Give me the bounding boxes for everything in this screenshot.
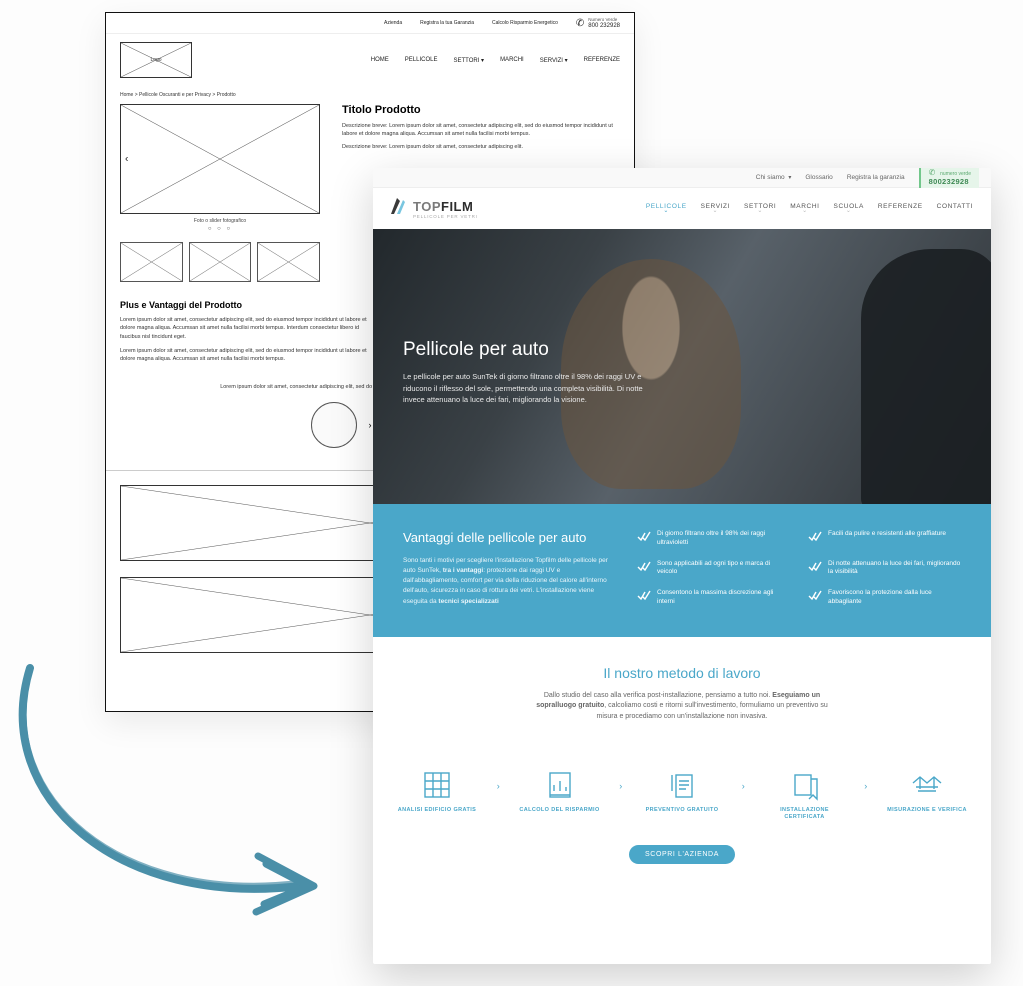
wireframe-nav: HOME PELLICOLE SETTORI ▾ MARCHI SERVIZI … [371, 57, 620, 64]
topbar-link-chi-siamo[interactable]: Chi siamo ▾ [756, 174, 792, 181]
step-misurazione: MISURAZIONE E VERIFICA [885, 767, 969, 814]
topbar-link-garanzia[interactable]: Registra la garanzia [847, 174, 905, 181]
chevron-right-icon: › [742, 781, 745, 791]
topbar-link-glossario[interactable]: Glossario [805, 174, 832, 181]
chevron-right-icon: › [619, 781, 622, 791]
certificate-icon [789, 769, 821, 801]
wf-phone-label: Numero Verde [588, 17, 617, 22]
chevron-right-icon: › [497, 781, 500, 791]
wf-product-desc: Descrizione breve: Lorem ipsum dolor sit… [342, 122, 620, 139]
mockup-topbar: Chi siamo ▾ Glossario Registra la garanz… [373, 168, 991, 188]
wf-thumbnail[interactable] [120, 242, 183, 282]
wf-nav-item[interactable]: SERVIZI ▾ [540, 57, 568, 64]
step-calcolo: CALCOLO DEL RISPARMIO [518, 767, 602, 814]
chevron-down-icon: ⌄ [646, 210, 687, 214]
advantages-title: Vantaggi delle pellicole per auto [403, 530, 613, 546]
check-icon [637, 561, 651, 573]
wf-top-link[interactable]: Calcolo Risparmio Energetico [492, 20, 558, 26]
building-icon [421, 769, 453, 801]
method-title: Il nostro metodo di lavoro [403, 665, 961, 681]
advantages-grid: Di giorno filtrano oltre il 98% dei ragg… [637, 530, 961, 607]
wf-slider-dots[interactable]: ○ ○ ○ [120, 226, 320, 232]
hero: Pellicole per auto Le pellicole per auto… [373, 229, 991, 504]
numero-verde-number: 800232928 [929, 177, 969, 186]
wf-thumbnail[interactable] [189, 242, 252, 282]
wf-plus-text: Lorem ipsum dolor sit amet, consectetur … [120, 347, 370, 364]
phone-icon: ✆ [576, 18, 584, 29]
wf-logo[interactable]: Logo [120, 42, 192, 78]
method-steps: ANALISI EDIFICIO GRATIS › CALCOLO DEL RI… [373, 743, 991, 827]
mockup-header: TOPFILM PELLICOLE PER VETRI PELLICOLE⌄ S… [373, 188, 991, 229]
advantage-item: Di notte attenuano la luce dei fari, mig… [808, 560, 961, 578]
wf-plus-text: Lorem ipsum dolor sit amet, consectetur … [120, 316, 370, 341]
check-icon [808, 590, 822, 602]
breadcrumb[interactable]: Home > Pellicole Oscuranti e per Privacy… [106, 86, 634, 100]
nav-referenze[interactable]: REFERENZE [878, 203, 923, 214]
wf-circle-placeholder[interactable] [311, 402, 357, 448]
wf-product-slider[interactable]: ‹ [120, 104, 320, 214]
wf-nav-item[interactable]: REFERENZE [584, 57, 620, 64]
wf-phone-number: 800 232928 [588, 23, 620, 29]
chevron-down-icon: ⌄ [834, 210, 864, 214]
mockup-page: Chi siamo ▾ Glossario Registra la garanz… [373, 168, 991, 964]
handshake-icon [910, 769, 944, 801]
step-installazione: INSTALLAZIONE CERTIFICATA [763, 767, 847, 821]
logo-icon [391, 198, 409, 214]
wf-thumbnail[interactable] [257, 242, 320, 282]
nav-marchi[interactable]: MARCHI⌄ [790, 203, 819, 214]
chevron-right-icon[interactable]: › [369, 420, 372, 430]
wireframe-header: Logo HOME PELLICOLE SETTORI ▾ MARCHI SER… [106, 34, 634, 86]
wf-top-link[interactable]: Registra la tua Garanzia [420, 20, 474, 26]
wf-product-desc: Descrizione breve: Lorem ipsum dolor sit… [342, 143, 620, 151]
chevron-down-icon: ⌄ [701, 210, 730, 214]
method-text: Dallo studio del caso alla verifica post… [532, 691, 832, 724]
chevron-right-icon: › [864, 781, 867, 791]
main-nav: PELLICOLE⌄ SERVIZI⌄ SETTORI⌄ MARCHI⌄ SCU… [646, 203, 973, 214]
wf-phone: ✆ Numero Verde 800 232928 [576, 17, 620, 29]
chevron-down-icon: ⌄ [790, 210, 819, 214]
phone-icon: ✆ [929, 168, 936, 177]
wireframe-topbar: Azienda Registra la tua Garanzia Calcolo… [106, 13, 634, 34]
numero-verde[interactable]: ✆ numero verde 800232928 [919, 168, 979, 188]
wf-nav-item[interactable]: HOME [371, 57, 389, 64]
chevron-down-icon: ⌄ [744, 210, 776, 214]
check-icon [808, 531, 822, 543]
scopri-azienda-button[interactable]: SCOPRI L'AZIENDA [629, 845, 735, 864]
hero-text: Le pellicole per auto SunTek di giorno f… [403, 371, 663, 406]
advantage-item: Consentono la massima discrezione agli i… [637, 589, 790, 607]
advantages-text: Sono tanti i motivi per scegliere l'inst… [403, 556, 613, 606]
chart-icon [544, 769, 576, 801]
step-preventivo: PREVENTIVO GRATUITO [640, 767, 724, 814]
nav-contatti[interactable]: CONTATTI [937, 203, 973, 214]
logo[interactable]: TOPFILM PELLICOLE PER VETRI [391, 198, 478, 219]
chevron-down-icon: ▾ [787, 175, 792, 181]
wf-slider-caption: Foto o slider fotografico [120, 218, 320, 224]
advantage-item: Di giorno filtrano oltre il 98% dei ragg… [637, 530, 790, 548]
nav-scuola[interactable]: SCUOLA⌄ [834, 203, 864, 214]
wf-nav-item[interactable]: SETTORI ▾ [453, 57, 484, 64]
check-icon [808, 561, 822, 573]
logo-tagline: PELLICOLE PER VETRI [413, 214, 478, 219]
wf-nav-item[interactable]: MARCHI [500, 57, 524, 64]
advantage-item: Facili da pulire e resistenti alle graff… [808, 530, 961, 548]
wf-product-title: Titolo Prodotto [342, 104, 620, 116]
wf-top-link[interactable]: Azienda [384, 20, 402, 26]
hero-title: Pellicole per auto [403, 339, 961, 361]
check-icon [637, 531, 651, 543]
advantages-band: Vantaggi delle pellicole per auto Sono t… [373, 504, 991, 637]
nav-servizi[interactable]: SERVIZI⌄ [701, 203, 730, 214]
advantage-item: Favoriscono la protezione dalla luce abb… [808, 589, 961, 607]
wf-nav-item[interactable]: PELLICOLE [405, 57, 438, 64]
advantage-item: Sono applicabili ad ogni tipo e marca di… [637, 560, 790, 578]
step-analisi: ANALISI EDIFICIO GRATIS [395, 767, 479, 814]
document-icon [666, 769, 698, 801]
nav-pellicole[interactable]: PELLICOLE⌄ [646, 203, 687, 214]
method-section: Il nostro metodo di lavoro Dallo studio … [373, 637, 991, 744]
chevron-left-icon[interactable]: ‹ [125, 154, 128, 165]
check-icon [637, 590, 651, 602]
nav-settori[interactable]: SETTORI⌄ [744, 203, 776, 214]
